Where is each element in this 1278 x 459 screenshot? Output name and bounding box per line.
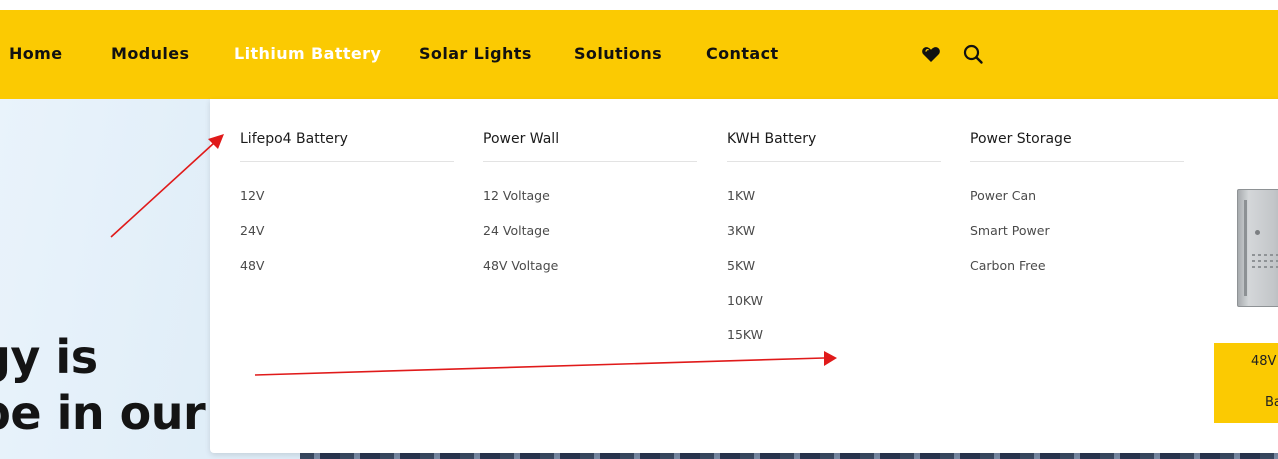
battery-product-image[interactable] <box>1237 189 1278 307</box>
nav-contact[interactable]: Contact <box>706 44 779 63</box>
featured-product-card[interactable]: 48V Ba <box>1214 343 1278 423</box>
menu-item-24-voltage[interactable]: 24 Voltage <box>483 223 550 238</box>
lithium-battery-mega-menu: Lifepo4 Battery 12V 24V 48V Power Wall 1… <box>210 99 1278 453</box>
nav-solar-lights[interactable]: Solar Lights <box>419 44 532 63</box>
menu-item-5kw[interactable]: 5KW <box>727 258 755 273</box>
menu-item-12-voltage[interactable]: 12 Voltage <box>483 188 550 203</box>
hero-heading-line1: gy is <box>0 330 98 384</box>
product-card-subtitle: Ba <box>1265 395 1278 410</box>
menu-item-15kw[interactable]: 15KW <box>727 327 763 342</box>
menu-item-power-can[interactable]: Power Can <box>970 188 1036 203</box>
nav-home[interactable]: Home <box>9 44 63 63</box>
menu-item-smart-power[interactable]: Smart Power <box>970 223 1050 238</box>
product-card-title: 48V <box>1251 354 1277 369</box>
menu-heading-lifepo4-battery[interactable]: Lifepo4 Battery <box>240 131 348 147</box>
menu-item-10kw[interactable]: 10KW <box>727 293 763 308</box>
menu-item-carbon-free[interactable]: Carbon Free <box>970 258 1046 273</box>
divider <box>727 161 941 162</box>
menu-heading-power-wall[interactable]: Power Wall <box>483 131 559 147</box>
indicator-dot <box>1255 230 1260 235</box>
main-nav: Home Modules Lithium Battery Solar Light… <box>0 10 1278 99</box>
menu-item-1kw[interactable]: 1KW <box>727 188 755 203</box>
menu-item-48v[interactable]: 48V <box>240 258 264 273</box>
nav-lithium-battery[interactable]: Lithium Battery <box>234 44 381 63</box>
menu-item-12v[interactable]: 12V <box>240 188 264 203</box>
vent-grille <box>1252 266 1278 268</box>
divider <box>483 161 697 162</box>
divider <box>240 161 454 162</box>
menu-heading-power-storage[interactable]: Power Storage <box>970 131 1072 147</box>
heart-icon[interactable] <box>920 43 942 65</box>
menu-item-24v[interactable]: 24V <box>240 223 264 238</box>
search-icon[interactable] <box>962 43 984 65</box>
menu-heading-kwh-battery[interactable]: KWH Battery <box>727 131 816 147</box>
vent-grille <box>1252 254 1278 256</box>
hero-heading-line2: be in our <box>0 386 206 440</box>
nav-solutions[interactable]: Solutions <box>574 44 662 63</box>
vent-grille <box>1252 260 1278 262</box>
menu-item-48v-voltage[interactable]: 48V Voltage <box>483 258 558 273</box>
divider <box>970 161 1184 162</box>
menu-item-3kw[interactable]: 3KW <box>727 223 755 238</box>
nav-modules[interactable]: Modules <box>111 44 189 63</box>
top-spacer <box>0 0 1278 10</box>
